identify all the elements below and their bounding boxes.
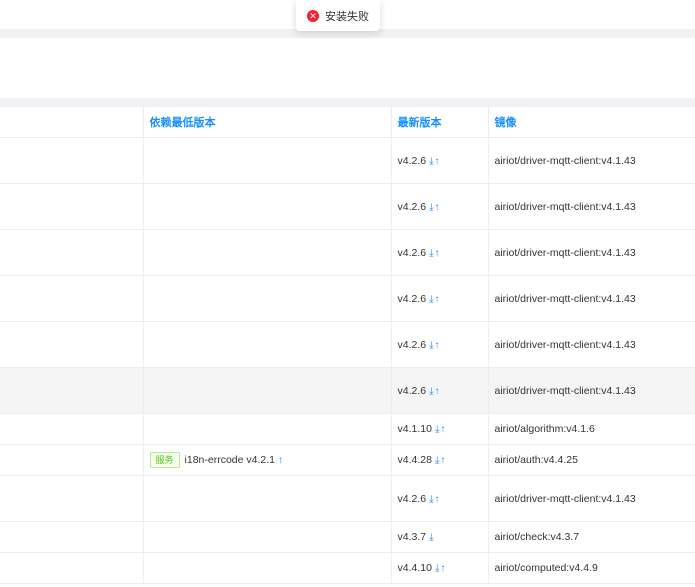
package-table: 依赖最低版本 最新版本 镜像 v4.2.6 ⤓↑ airiot/driver-mq… xyxy=(0,107,695,584)
table-row-hovered: v4.2.6 ⤓↑ airiot/driver-mqtt-client:v4.1.… xyxy=(0,367,695,414)
upgrade-arrow-icon[interactable]: ↑ xyxy=(440,563,446,574)
header-min-dependency-version[interactable]: 依赖最低版本 xyxy=(143,107,392,138)
row-cell xyxy=(0,183,144,230)
image-cell: airiot/driver-mqtt-client:v4.1.43 xyxy=(488,137,695,184)
row-cell xyxy=(0,444,144,476)
dependency-cell xyxy=(143,413,392,445)
upgrade-arrow-icon[interactable]: ↑ xyxy=(435,386,441,397)
section-divider xyxy=(0,98,695,107)
dependency-cell: 服务 i18n-errcode v4.2.1 ↑ xyxy=(143,444,392,476)
dependency-cell xyxy=(143,183,392,230)
toast-message: 安装失败 xyxy=(325,10,369,23)
upgrade-arrow-icon[interactable]: ↑ xyxy=(435,340,441,351)
row-cell xyxy=(0,275,144,322)
version-cell: v4.3.7 ⤓ xyxy=(391,521,489,553)
header-col1 xyxy=(0,107,144,138)
version-text: v4.2.6 xyxy=(397,292,427,305)
version-text: v4.2.6 xyxy=(397,384,427,397)
version-cell: v4.2.6 ⤓↑ xyxy=(391,321,489,368)
row-cell xyxy=(0,367,144,414)
version-cell: v4.4.10 ⤓↑ xyxy=(391,552,489,584)
table-row: v4.1.10 ⤓↑ airiot/algorithm:v4.1.6 xyxy=(0,413,695,445)
upgrade-arrow-icon[interactable]: ↑ xyxy=(278,455,284,466)
version-cell: v4.2.6 ⤓↑ xyxy=(391,183,489,230)
image-cell: airiot/driver-mqtt-client:v4.1.43 xyxy=(488,475,695,522)
version-text: v4.2.6 xyxy=(397,492,427,505)
image-cell: airiot/auth:v4.4.25 xyxy=(488,444,695,476)
table-row: v4.2.6 ⤓↑ airiot/driver-mqtt-client:v4.1.… xyxy=(0,475,695,522)
table-row: v4.2.6 ⤓↑ airiot/driver-mqtt-client:v4.1.… xyxy=(0,275,695,322)
version-cell: v4.2.6 ⤓↑ xyxy=(391,367,489,414)
table-header: 依赖最低版本 最新版本 镜像 xyxy=(0,107,695,138)
table-row: v4.4.10 ⤓↑ airiot/computed:v4.4.9 xyxy=(0,552,695,584)
image-cell: airiot/driver-mqtt-client:v4.1.43 xyxy=(488,367,695,414)
upgrade-arrow-icon[interactable]: ↑ xyxy=(440,424,446,435)
version-text: v4.4.28 xyxy=(397,454,432,466)
dependency-cell xyxy=(143,229,392,276)
header-image[interactable]: 镜像 xyxy=(488,107,695,138)
table-row: v4.2.6 ⤓↑ airiot/driver-mqtt-client:v4.1.… xyxy=(0,183,695,230)
version-text: v4.1.10 xyxy=(397,423,432,435)
row-cell xyxy=(0,137,144,184)
version-text: v4.4.10 xyxy=(397,562,432,574)
table-row: 服务 i18n-errcode v4.2.1 ↑ v4.4.28 ⤓↑ airiot/… xyxy=(0,444,695,476)
version-text: v4.2.6 xyxy=(397,338,427,351)
table-row: v4.2.6 ⤓↑ airiot/driver-mqtt-client:v4.1.… xyxy=(0,229,695,276)
dependency-cell xyxy=(143,552,392,584)
row-cell xyxy=(0,552,144,584)
close-circle-icon: ✕ xyxy=(307,9,319,22)
row-cell xyxy=(0,475,144,522)
dependency-cell xyxy=(143,475,392,522)
upgrade-arrow-icon[interactable]: ↑ xyxy=(440,455,446,466)
service-tag: 服务 xyxy=(149,452,180,468)
version-cell: v4.2.6 ⤓↑ xyxy=(391,475,489,522)
upgrade-arrow-icon[interactable]: ↑ xyxy=(435,294,441,305)
version-cell: v4.2.6 ⤓↑ xyxy=(391,275,489,322)
upgrade-arrow-icon[interactable]: ↑ xyxy=(435,202,441,213)
version-cell: v4.2.6 ⤓↑ xyxy=(391,137,489,184)
upgrade-arrow-icon[interactable]: ↑ xyxy=(435,494,441,505)
download-icon[interactable]: ⤓ xyxy=(429,532,434,543)
version-text: v4.3.7 xyxy=(397,531,427,543)
row-cell xyxy=(0,521,144,553)
image-cell: airiot/algorithm:v4.1.6 xyxy=(488,413,695,445)
row-cell xyxy=(0,321,144,368)
version-text: v4.2.6 xyxy=(397,200,427,213)
row-cell xyxy=(0,413,144,445)
version-cell: v4.2.6 ⤓↑ xyxy=(391,229,489,276)
row-cell xyxy=(0,229,144,276)
table-row: v4.2.6 ⤓↑ airiot/driver-mqtt-client:v4.1.… xyxy=(0,137,695,184)
dependency-cell xyxy=(143,321,392,368)
image-cell: airiot/driver-mqtt-client:v4.1.43 xyxy=(488,321,695,368)
image-cell: airiot/driver-mqtt-client:v4.1.43 xyxy=(488,183,695,230)
dependency-cell xyxy=(143,521,392,553)
error-toast: ✕ 安装失败 xyxy=(296,0,380,31)
version-cell: v4.4.28 ⤓↑ xyxy=(391,444,489,476)
image-cell: airiot/driver-mqtt-client:v4.1.43 xyxy=(488,229,695,276)
dependency-text: i18n-errcode v4.2.1 xyxy=(184,454,275,466)
version-cell: v4.1.10 ⤓↑ xyxy=(391,413,489,445)
dependency-cell xyxy=(143,367,392,414)
table-row: v4.3.7 ⤓ airiot/check:v4.3.7 xyxy=(0,521,695,553)
image-cell: airiot/computed:v4.4.9 xyxy=(488,552,695,584)
upgrade-arrow-icon[interactable]: ↑ xyxy=(435,156,441,167)
header-latest-version[interactable]: 最新版本 xyxy=(391,107,489,138)
version-text: v4.2.6 xyxy=(397,154,427,167)
upgrade-arrow-icon[interactable]: ↑ xyxy=(435,248,441,259)
dependency-cell xyxy=(143,275,392,322)
image-cell: airiot/check:v4.3.7 xyxy=(488,521,695,553)
table-row: v4.2.6 ⤓↑ airiot/driver-mqtt-client:v4.1.… xyxy=(0,321,695,368)
dependency-cell xyxy=(143,137,392,184)
version-text: v4.2.6 xyxy=(397,246,427,259)
image-cell: airiot/driver-mqtt-client:v4.1.43 xyxy=(488,275,695,322)
